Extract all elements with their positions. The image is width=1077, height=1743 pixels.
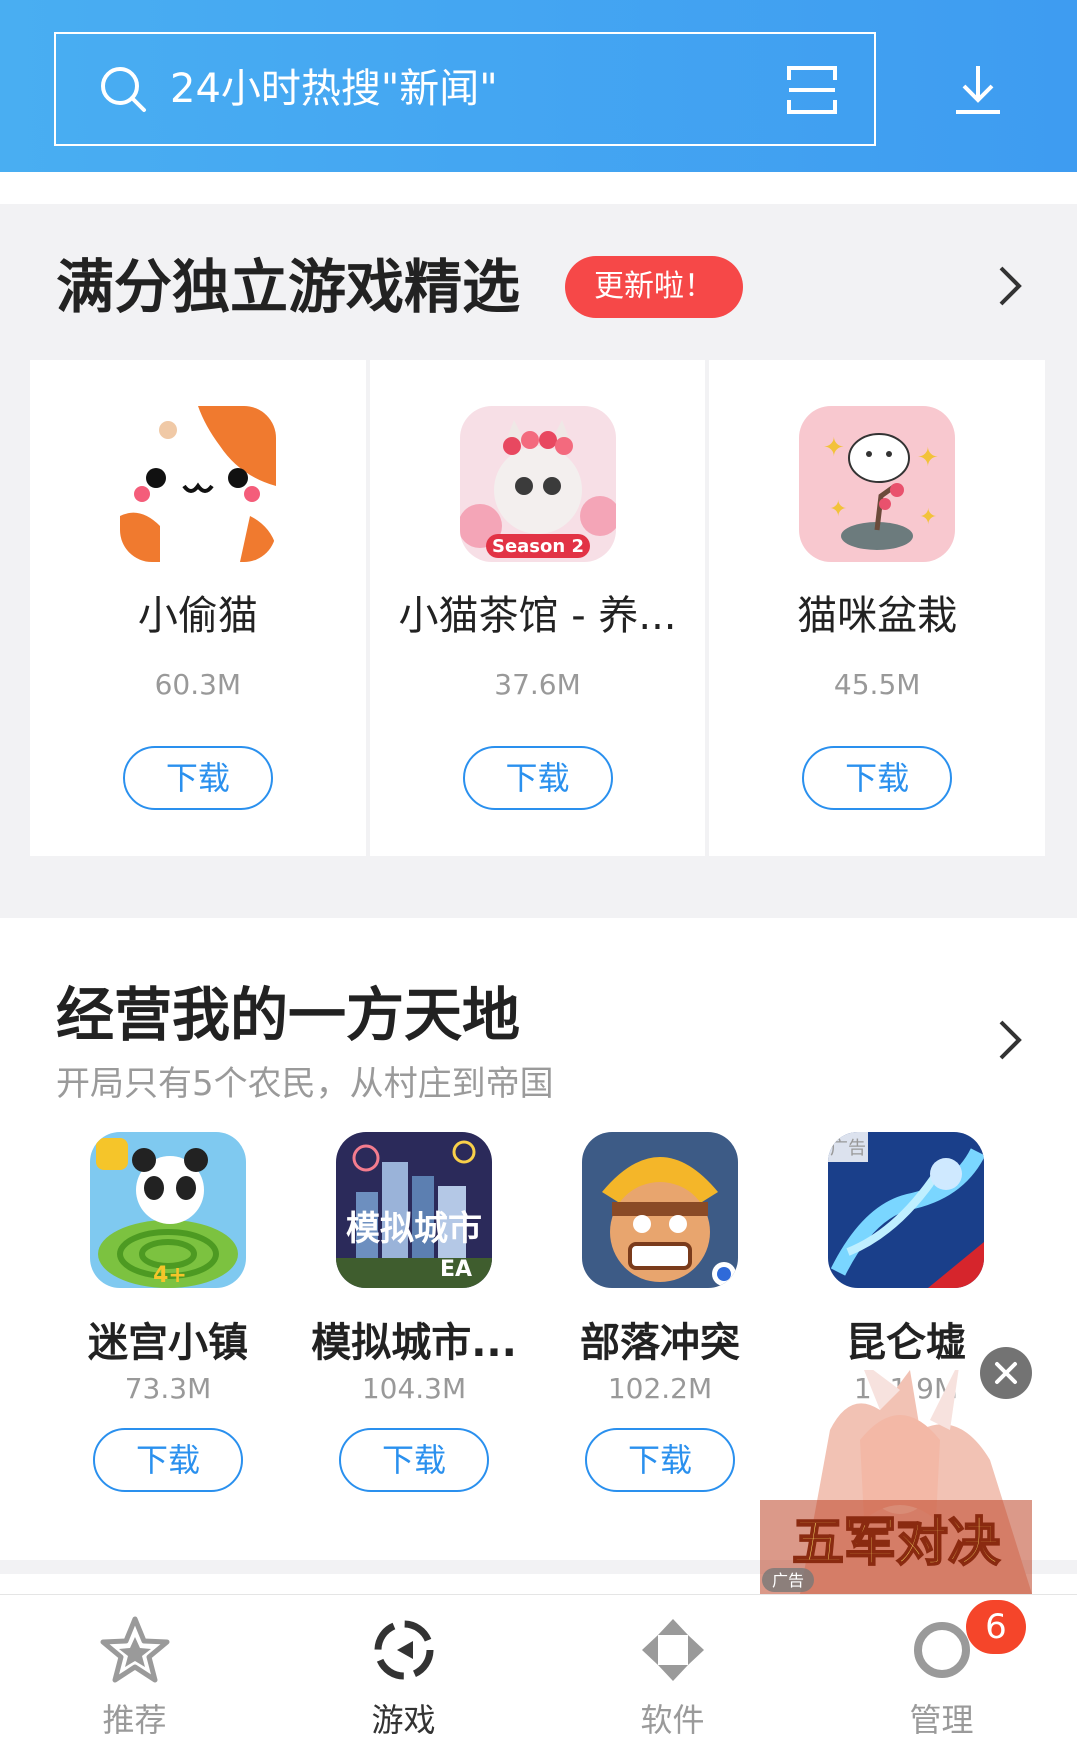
chevron-right-icon[interactable] <box>997 1018 1023 1062</box>
svg-text:✦: ✦ <box>823 433 845 463</box>
app-item[interactable]: 模拟城市 EA 模拟城市... 104.3M 下载 <box>290 1132 530 1492</box>
download-button[interactable]: 下载 <box>462 746 613 810</box>
app-icon-simcity: 模拟城市 EA <box>336 1132 492 1288</box>
nav-tab-recommend[interactable]: 推荐 <box>0 1595 269 1743</box>
download-button[interactable]: 下载 <box>585 1428 735 1492</box>
close-icon <box>995 1362 1017 1384</box>
icon-season-label: Season 2 <box>491 536 583 557</box>
app-icon-clash-of-clans <box>582 1132 738 1288</box>
app-icon-kunlunxu: 广告 <box>828 1132 984 1288</box>
spacer <box>0 172 1077 204</box>
app-size: 102.2M <box>607 1372 713 1405</box>
nav-tab-games[interactable]: 游戏 <box>269 1595 538 1743</box>
icon-brand-text: EA <box>440 1257 472 1282</box>
bottom-nav: 推荐 游戏 软件 管理 <box>0 1594 1077 1743</box>
chevron-right-icon[interactable] <box>997 264 1023 308</box>
app-icon-cat-tea-house: Season 2 <box>459 406 616 562</box>
svg-text:✦: ✦ <box>829 497 847 522</box>
search-bar[interactable]: 24小时热搜"新闻" <box>54 32 876 146</box>
download-button[interactable]: 下载 <box>122 746 273 810</box>
section-subtitle: 开局只有5个农民，从村庄到帝国 <box>56 1064 554 1104</box>
app-card[interactable]: Season 2 小猫茶馆 - 养... 37.6M 下载 <box>369 360 706 856</box>
app-name: 小猫茶馆 - 养... <box>398 593 677 639</box>
ad-title: 五军对决 <box>792 1513 1000 1573</box>
download-button[interactable]: 下载 <box>339 1428 489 1492</box>
notification-badge: 6 <box>966 1600 1026 1654</box>
app-size: 60.3M <box>154 668 242 701</box>
nav-label: 软件 <box>640 1701 705 1739</box>
software-icon <box>641 1619 704 1681</box>
app-name: 模拟城市... <box>311 1320 517 1366</box>
app-icon-maze-town: 4+ <box>90 1132 246 1288</box>
download-manager-icon[interactable] <box>952 62 1004 118</box>
app-name: 小偷猫 <box>137 593 258 639</box>
section-title: 经营我的一方天地 <box>56 981 521 1049</box>
app-name: 猫咪盆栽 <box>797 593 958 639</box>
app-card[interactable]: 小偷猫 60.3M 下载 <box>30 360 366 856</box>
download-button[interactable]: 下载 <box>802 746 953 810</box>
app-size: 37.6M <box>494 668 581 701</box>
close-ad-button[interactable] <box>980 1347 1032 1399</box>
ad-tag: 广告 <box>772 1571 804 1590</box>
star-icon <box>100 1616 169 1683</box>
game-icon <box>374 1620 433 1680</box>
icon-title-text: 模拟城市 <box>346 1209 482 1249</box>
icon-age-label: 4+ <box>153 1263 187 1288</box>
svg-text:✦: ✦ <box>917 443 939 473</box>
top-header: 24小时热搜"新闻" <box>0 0 1077 172</box>
floating-ad[interactable]: 五军对决 广告 <box>760 1360 1032 1594</box>
search-placeholder: 24小时热搜"新闻" <box>170 66 498 112</box>
download-button[interactable]: 下载 <box>93 1428 243 1492</box>
nav-label: 推荐 <box>102 1701 167 1739</box>
nav-tab-manage[interactable]: 管理 <box>807 1595 1076 1743</box>
ad-label: 广告 <box>830 1138 866 1159</box>
app-icon-cat-bonsai: ✦ ✦ ✦ ✦ <box>799 406 956 562</box>
nav-label: 管理 <box>909 1701 974 1739</box>
app-name: 部落冲突 <box>580 1320 740 1366</box>
svg-text:✦: ✦ <box>919 505 937 530</box>
app-card[interactable]: ✦ ✦ ✦ ✦ 猫咪盆栽 45.5M 下载 <box>709 360 1046 856</box>
app-card-row: 小偷猫 60.3M 下载 Season 2 小猫茶馆 - 养... 37.6M … <box>30 360 1046 856</box>
app-size: 104.3M <box>361 1372 467 1405</box>
app-item[interactable]: 部落冲突 102.2M 下载 <box>536 1132 776 1492</box>
search-icon <box>101 67 146 112</box>
app-size: 45.5M <box>833 668 921 701</box>
nav-label: 游戏 <box>371 1701 436 1739</box>
nav-tab-software[interactable]: 软件 <box>538 1595 807 1743</box>
app-name: 迷宫小镇 <box>88 1320 248 1366</box>
section-title: 满分独立游戏精选 <box>56 253 521 321</box>
app-icon-thief-cat <box>119 406 276 562</box>
app-size: 73.3M <box>124 1372 212 1405</box>
app-item[interactable]: 4+ 迷宫小镇 73.3M 下载 <box>44 1132 284 1492</box>
indie-games-section: 满分独立游戏精选 更新啦！ 小偷猫 60.3M 下载 Season 2 小猫茶馆… <box>0 204 1077 918</box>
scan-icon[interactable] <box>786 64 838 116</box>
update-badge: 更新啦！ <box>565 256 743 318</box>
